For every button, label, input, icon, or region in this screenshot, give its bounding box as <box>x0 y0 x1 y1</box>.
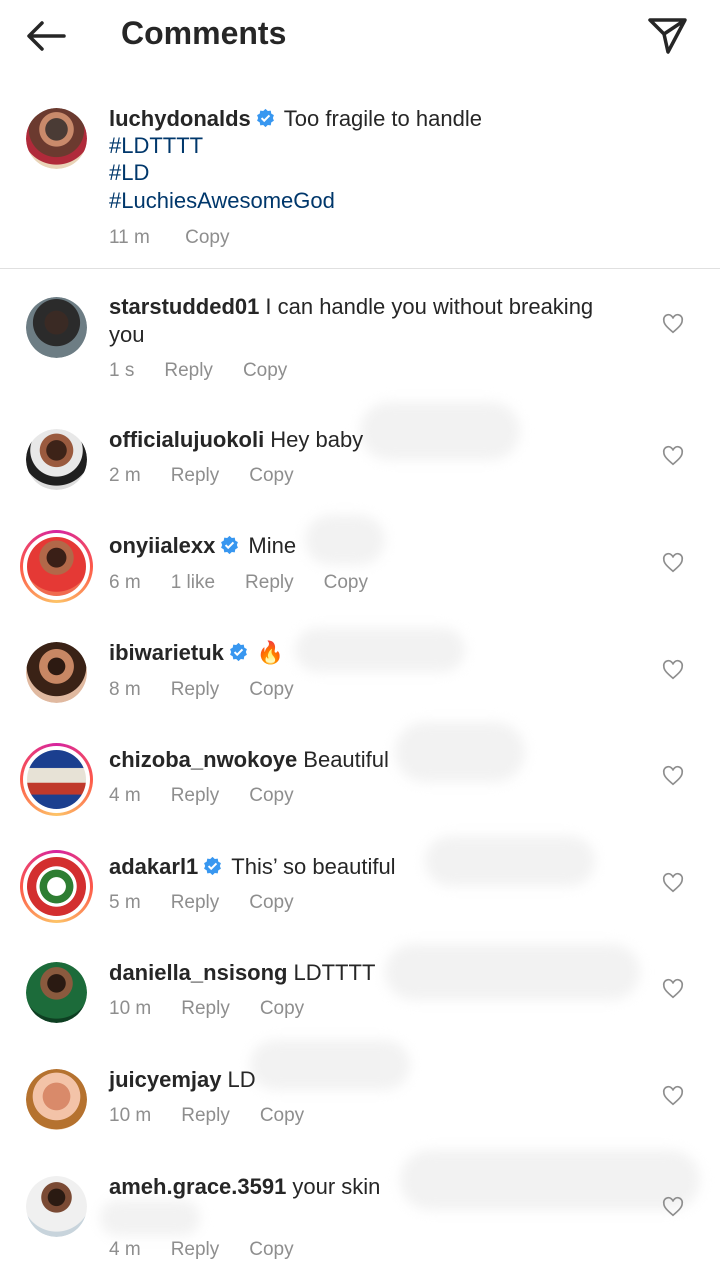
avatar-story-ring[interactable] <box>20 530 93 603</box>
copy-button[interactable]: Copy <box>324 572 368 594</box>
reply-button[interactable]: Reply <box>181 1105 230 1127</box>
comment-username[interactable]: officialujuokoli <box>109 427 264 452</box>
redaction-smudge <box>250 1040 410 1090</box>
redaction-smudge <box>425 836 595 886</box>
avatar[interactable] <box>26 429 87 490</box>
back-arrow-icon[interactable] <box>22 16 70 56</box>
comment-text: I can handle you without breaking <box>265 294 594 319</box>
timestamp: 5 m <box>109 892 141 913</box>
redaction-smudge <box>360 402 520 460</box>
timestamp: 8 m <box>109 679 141 700</box>
top-bar: Comments <box>0 0 720 72</box>
heart-icon[interactable] <box>662 765 684 787</box>
reply-button[interactable]: Reply <box>171 785 220 807</box>
redaction-smudge <box>100 1200 200 1236</box>
redaction-smudge <box>305 515 385 565</box>
comment-text: your skin <box>292 1174 381 1199</box>
avatar-story-ring[interactable] <box>20 850 93 923</box>
heart-icon[interactable] <box>662 872 684 894</box>
hashtag-link[interactable]: #LuchiesAwesomeGod <box>109 187 335 215</box>
heart-icon[interactable] <box>662 552 684 574</box>
heart-icon[interactable] <box>662 445 684 467</box>
comment-username[interactable]: onyiialexx <box>109 533 215 558</box>
copy-button[interactable]: Copy <box>243 360 287 382</box>
copy-button[interactable]: Copy <box>185 227 229 249</box>
comment-text: Hey baby <box>270 427 364 452</box>
avatar[interactable] <box>26 642 87 703</box>
page-title: Comments <box>121 15 287 51</box>
comment-username[interactable]: chizoba_nwokoye <box>109 747 297 772</box>
timestamp: 1 s <box>109 360 135 381</box>
avatar-story-ring[interactable] <box>20 743 93 816</box>
timestamp: 2 m <box>109 465 141 486</box>
avatar[interactable] <box>26 108 87 169</box>
redaction-smudge <box>295 628 465 672</box>
post-caption: luchydonalds Too fragile to handle #LDTTT… <box>0 96 720 269</box>
reply-button[interactable]: Reply <box>171 892 220 914</box>
comment-text: LD <box>227 1067 256 1092</box>
redaction-smudge <box>400 1150 700 1210</box>
paper-plane-icon[interactable] <box>644 12 690 58</box>
caption-text: Too fragile to handle <box>283 106 482 131</box>
copy-button[interactable]: Copy <box>249 679 293 701</box>
timestamp: 4 m <box>109 1239 141 1260</box>
reply-button[interactable]: Reply <box>171 465 220 487</box>
timestamp: 4 m <box>109 785 141 806</box>
timestamp: 10 m <box>109 998 152 1019</box>
copy-button[interactable]: Copy <box>249 892 293 914</box>
redaction-smudge <box>385 944 640 1000</box>
heart-icon[interactable] <box>662 1085 684 1107</box>
verified-badge-icon <box>230 642 247 662</box>
caption-username[interactable]: luchydonalds <box>109 106 251 131</box>
reply-button[interactable]: Reply <box>171 1239 220 1261</box>
comment-text: you <box>109 322 145 347</box>
comment-username[interactable]: juicyemjay <box>109 1067 222 1092</box>
copy-button[interactable]: Copy <box>249 1239 293 1261</box>
hashtag-link[interactable]: #LD <box>109 159 149 187</box>
comment-username[interactable]: adakarl1 <box>109 854 198 879</box>
verified-badge-icon <box>256 108 274 128</box>
heart-icon[interactable] <box>662 659 684 681</box>
comment-text: Beautiful <box>303 747 389 772</box>
heart-icon[interactable] <box>662 313 684 335</box>
copy-button[interactable]: Copy <box>249 465 293 487</box>
comment-text: Mine <box>248 533 297 558</box>
heart-icon[interactable] <box>662 1196 684 1218</box>
comment-username[interactable]: ameh.grace.3591 <box>109 1174 286 1199</box>
copy-button[interactable]: Copy <box>260 998 304 1020</box>
copy-button[interactable]: Copy <box>260 1105 304 1127</box>
verified-badge-icon <box>221 535 239 555</box>
timestamp: 10 m <box>109 1105 152 1126</box>
avatar[interactable] <box>26 1176 87 1237</box>
timestamp: 6 m <box>109 572 141 593</box>
comment-username[interactable]: daniella_nsisong <box>109 960 288 985</box>
comment-text: LDTTTT <box>293 960 376 985</box>
comment-text: This’ so beautiful <box>231 854 396 879</box>
avatar[interactable] <box>26 1069 87 1130</box>
likes-count[interactable]: 1 like <box>171 572 215 594</box>
verified-badge-icon <box>204 856 222 876</box>
reply-button[interactable]: Reply <box>171 679 220 701</box>
avatar[interactable] <box>26 297 87 358</box>
comment-username[interactable]: starstudded01 <box>109 294 259 319</box>
comment-text: 🔥 <box>256 640 285 665</box>
reply-button[interactable]: Reply <box>181 998 230 1020</box>
timestamp: 11 m <box>109 227 150 248</box>
copy-button[interactable]: Copy <box>249 785 293 807</box>
avatar[interactable] <box>26 962 87 1023</box>
comment-username[interactable]: ibiwarietuk <box>109 640 224 665</box>
reply-button[interactable]: Reply <box>245 572 294 594</box>
hashtag-link[interactable]: #LDTTTT <box>109 132 203 160</box>
redaction-smudge <box>395 722 525 782</box>
reply-button[interactable]: Reply <box>164 360 213 382</box>
heart-icon[interactable] <box>662 978 684 1000</box>
